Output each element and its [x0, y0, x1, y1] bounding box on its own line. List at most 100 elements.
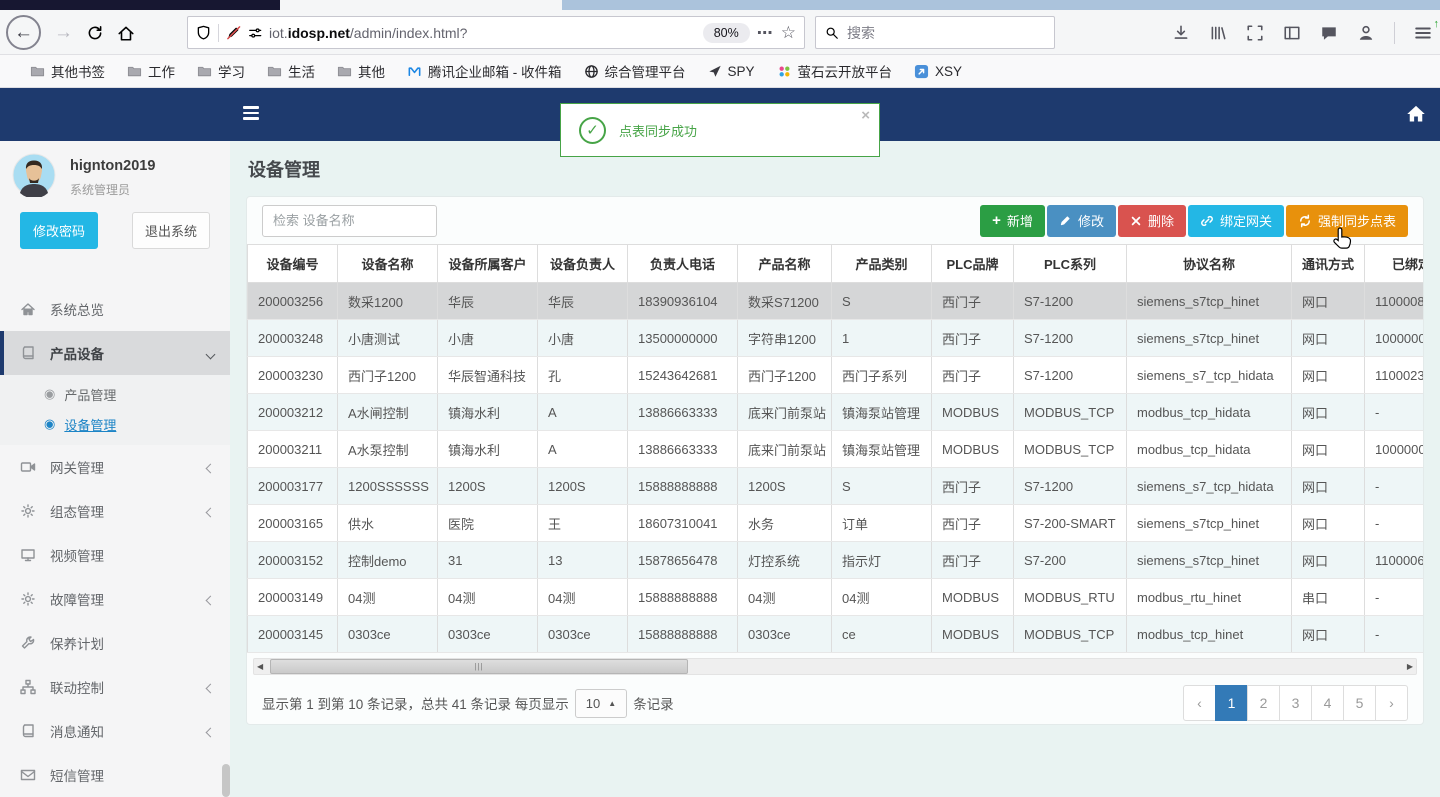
table-cell[interactable]: 13886663333: [627, 430, 738, 468]
table-cell[interactable]: 1200S: [537, 467, 628, 505]
table-cell[interactable]: 医院: [437, 504, 538, 542]
table-cell[interactable]: S7-200: [1013, 541, 1127, 579]
table-cell[interactable]: 0303ce: [337, 615, 438, 653]
table-row[interactable]: 200003145 0303ce 0303ce 0303ce 15888888888 03…: [247, 615, 1423, 653]
reload-button[interactable]: [86, 24, 104, 42]
table-cell[interactable]: siemens_s7tcp_hinet: [1126, 504, 1292, 542]
table-cell[interactable]: 网口: [1291, 282, 1365, 320]
table-cell[interactable]: -: [1364, 578, 1423, 616]
back-button[interactable]: ←: [6, 15, 41, 50]
table-cell[interactable]: 华辰: [437, 282, 538, 320]
table-cell[interactable]: 200003212: [247, 393, 338, 431]
table-cell[interactable]: MODBUS_TCP: [1013, 615, 1127, 653]
sidebar-item-8[interactable]: 联动控制: [0, 665, 230, 709]
table-cell[interactable]: 西门子1200: [337, 356, 438, 394]
menu-icon[interactable]: ↑: [1414, 18, 1439, 42]
table-cell[interactable]: 西门子: [931, 467, 1014, 505]
library-icon[interactable]: [1209, 24, 1227, 42]
action-button-3[interactable]: 删除: [1117, 204, 1186, 237]
column-header[interactable]: 负责人电话: [627, 244, 738, 283]
table-cell[interactable]: MODBUS: [931, 615, 1014, 653]
table-cell[interactable]: 灯控系统: [737, 541, 832, 579]
sidebar-item-5[interactable]: 视频管理: [0, 533, 230, 577]
table-cell[interactable]: 200003152: [247, 541, 338, 579]
downloads-icon[interactable]: [1172, 24, 1190, 42]
table-cell[interactable]: 小唐测试: [337, 319, 438, 357]
device-search-input[interactable]: [262, 204, 437, 237]
table-cell[interactable]: MODBUS: [931, 578, 1014, 616]
table-cell[interactable]: 04测: [337, 578, 438, 616]
table-cell[interactable]: 镇海泵站管理: [831, 393, 932, 431]
table-cell[interactable]: 15888888888: [627, 615, 738, 653]
table-cell[interactable]: siemens_s7tcp_hinet: [1126, 319, 1292, 357]
table-cell[interactable]: MODBUS_TCP: [1013, 393, 1127, 431]
account-icon[interactable]: [1357, 24, 1375, 42]
action-button-1[interactable]: + 新增: [980, 204, 1045, 237]
table-cell[interactable]: 西门子: [931, 504, 1014, 542]
action-button-4[interactable]: 绑定网关: [1187, 204, 1284, 237]
sidebar-item-1[interactable]: 系统总览: [0, 287, 230, 331]
blocked-content-icon[interactable]: [226, 25, 241, 40]
table-cell[interactable]: S7-1200: [1013, 356, 1127, 394]
url-bar[interactable]: iot.idosp.net/admin/index.html? 80% ⋯ ☆: [187, 16, 805, 49]
table-row[interactable]: 200003230 西门子1200 华辰智通科技孔 15243642681 西门子120…: [247, 356, 1423, 394]
scroll-left-arrow-icon[interactable]: ◀: [257, 660, 263, 674]
table-cell[interactable]: 200003149: [247, 578, 338, 616]
table-cell[interactable]: 西门子: [931, 282, 1014, 320]
table-cell[interactable]: 13500000000: [627, 319, 738, 357]
table-cell[interactable]: 1000000: [1364, 319, 1423, 357]
table-cell[interactable]: S7-1200: [1013, 467, 1127, 505]
table-cell[interactable]: 网口: [1291, 430, 1365, 468]
sidebar-collapse-icon[interactable]: [243, 103, 265, 123]
page-actions-icon[interactable]: ⋯: [757, 23, 774, 43]
table-cell[interactable]: siemens_s7_tcp_hidata: [1126, 467, 1292, 505]
table-cell[interactable]: MODBUS_RTU: [1013, 578, 1127, 616]
sidebar-item-2[interactable]: 产品设备: [0, 331, 230, 375]
prev-page-button[interactable]: ‹: [1183, 685, 1216, 721]
sidebar-item-3[interactable]: 网关管理: [0, 445, 230, 489]
bookmark-item[interactable]: SPY: [708, 64, 755, 79]
table-cell[interactable]: 1100023: [1364, 356, 1423, 394]
table-cell[interactable]: 1: [831, 319, 932, 357]
column-header[interactable]: 协议名称: [1126, 244, 1292, 283]
table-cell[interactable]: 数采S71200: [737, 282, 832, 320]
table-cell[interactable]: 200003145: [247, 615, 338, 653]
table-cell[interactable]: 华辰: [537, 282, 628, 320]
action-button-2[interactable]: 修改: [1046, 204, 1116, 237]
bookmark-item[interactable]: 学习: [197, 61, 245, 81]
table-cell[interactable]: 网口: [1291, 504, 1365, 542]
table-cell[interactable]: 网口: [1291, 467, 1365, 505]
table-row[interactable]: 200003165 供水 医院王 18607310041 水务 订单 西门子 S7-200-S…: [247, 504, 1423, 542]
bookmark-item[interactable]: 萤石云开放平台: [777, 61, 892, 81]
table-cell[interactable]: 西门子系列: [831, 356, 932, 394]
table-cell[interactable]: 网口: [1291, 541, 1365, 579]
table-row[interactable]: 200003152 控制demo 31 13 15878656478 灯控系统 指示灯 西门子…: [247, 541, 1423, 579]
table-cell[interactable]: 订单: [831, 504, 932, 542]
table-cell[interactable]: 供水: [337, 504, 438, 542]
table-cell[interactable]: 15243642681: [627, 356, 738, 394]
table-cell[interactable]: 0303ce: [537, 615, 628, 653]
change-password-button[interactable]: 修改密码: [20, 212, 99, 249]
table-cell[interactable]: S: [831, 467, 932, 505]
table-cell[interactable]: A水泵控制: [337, 430, 438, 468]
page-button-5[interactable]: 5: [1343, 685, 1376, 721]
browser-home-button[interactable]: [117, 24, 135, 42]
column-header[interactable]: 设备编号: [247, 244, 338, 283]
next-page-button[interactable]: ›: [1375, 685, 1408, 721]
table-cell[interactable]: modbus_rtu_hinet: [1126, 578, 1292, 616]
table-cell[interactable]: S7-1200: [1013, 282, 1127, 320]
table-cell[interactable]: 1100008: [1364, 282, 1423, 320]
column-header[interactable]: PLC品牌: [931, 244, 1014, 283]
bookmark-item[interactable]: 其他书签: [30, 61, 105, 81]
bookmark-item[interactable]: XSY: [914, 64, 962, 79]
table-cell[interactable]: siemens_s7tcp_hinet: [1126, 282, 1292, 320]
table-cell[interactable]: 04测: [437, 578, 538, 616]
table-cell[interactable]: siemens_s7tcp_hinet: [1126, 541, 1292, 579]
table-cell[interactable]: 15878656478: [627, 541, 738, 579]
table-cell[interactable]: 网口: [1291, 319, 1365, 357]
table-cell[interactable]: 1000000: [1364, 430, 1423, 468]
table-cell[interactable]: 镇海水利: [437, 430, 538, 468]
column-header[interactable]: 设备负责人: [537, 244, 628, 283]
table-cell[interactable]: 200003248: [247, 319, 338, 357]
column-header[interactable]: 已绑定网关: [1364, 244, 1423, 283]
